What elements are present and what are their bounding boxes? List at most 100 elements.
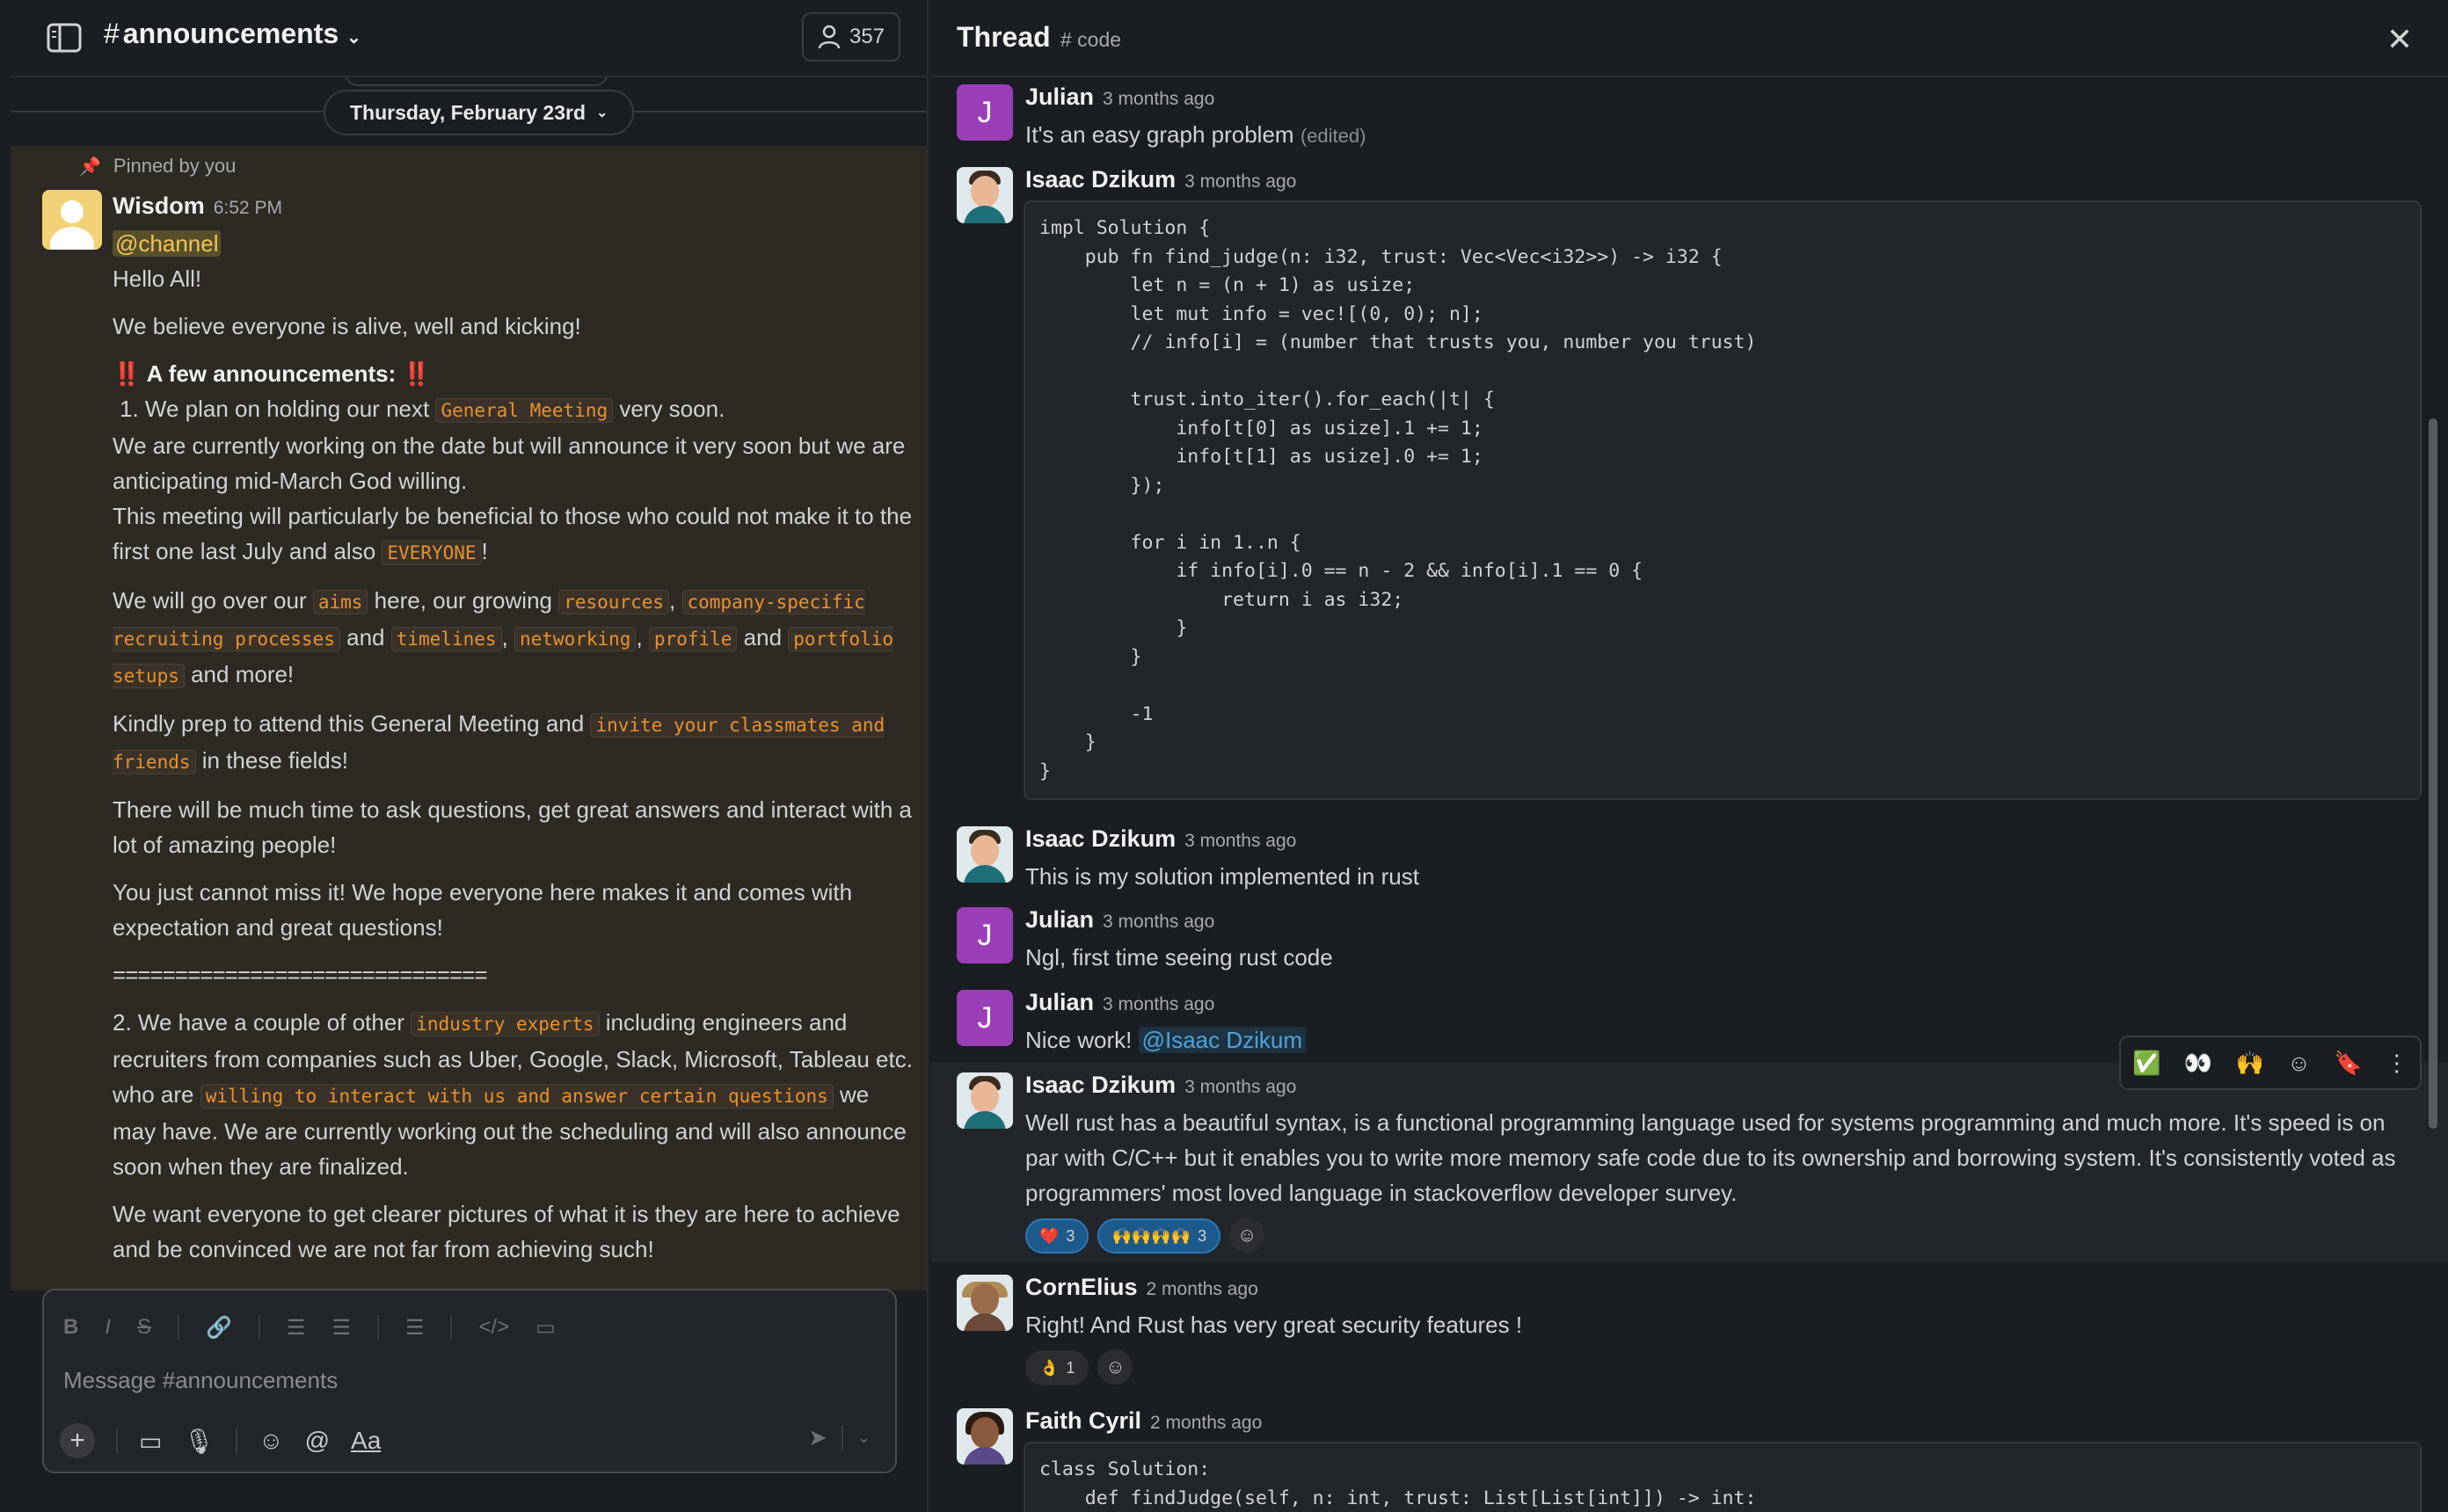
timestamp[interactable]: 3 months ago <box>1103 994 1214 1014</box>
chevron-down-icon[interactable]: ⌄ <box>857 1428 871 1447</box>
channel-mention[interactable]: @channel <box>113 230 222 257</box>
channel-name: announcements <box>122 18 339 49</box>
timestamp[interactable]: 2 months ago <box>1150 1413 1262 1433</box>
more-actions-icon[interactable]: ⋮ <box>2386 1050 2408 1077</box>
message-text: Ngl, first time seeing rust code <box>1025 944 1333 970</box>
timestamp[interactable]: 3 months ago <box>1184 171 1296 192</box>
plus-icon: + <box>69 1426 85 1455</box>
toolbar-divider <box>841 1425 843 1450</box>
author-name[interactable]: Julian <box>1025 84 1094 110</box>
channel-title[interactable]: # announcements ⌄ <box>104 18 361 50</box>
timestamp[interactable]: 3 months ago <box>1184 1077 1296 1097</box>
add-reaction-button[interactable]: ☺ <box>1097 1349 1133 1385</box>
author-name[interactable]: Isaac Dzikum <box>1025 166 1176 193</box>
ok-hand-icon: 👌 <box>1039 1359 1060 1377</box>
code-icon[interactable]: </> <box>478 1315 509 1340</box>
add-reaction-icon[interactable]: ☺ <box>2287 1050 2311 1077</box>
avatar[interactable] <box>957 826 1013 883</box>
message: Wisdom 6:52 PM @channel Hello All! We bel… <box>113 188 913 1290</box>
timestamp[interactable]: 6:52 PM <box>214 198 282 218</box>
edited-label: (edited) <box>1300 125 1366 147</box>
add-attachment-button[interactable]: + <box>60 1423 95 1458</box>
blockquote-icon[interactable]: ☰ <box>405 1315 425 1341</box>
strikethrough-icon[interactable]: S <box>137 1315 151 1340</box>
italic-icon[interactable]: I <box>105 1315 111 1340</box>
message-text: very soon. <box>619 396 725 422</box>
message-list[interactable]: Thursday, February 23rd ⌄ 📌 Pinned by yo… <box>11 77 927 1290</box>
author-name[interactable]: Isaac Dzikum <box>1025 1072 1176 1098</box>
message-text: 2. We have a couple of other <box>113 1009 404 1036</box>
raised-hands-icon: 🙌🙌🙌🙌 <box>1111 1227 1191 1245</box>
bulleted-list-icon[interactable]: ☰ <box>332 1315 351 1341</box>
timestamp[interactable]: 2 months ago <box>1147 1279 1258 1299</box>
toolbar-divider <box>236 1428 238 1454</box>
member-count: 357 <box>849 25 885 48</box>
checkmark-icon[interactable]: ✅ <box>2132 1050 2160 1077</box>
sidebar-toggle-icon <box>47 23 82 53</box>
message-text: Kindly prep to attend this General Meeti… <box>113 710 585 737</box>
author-name[interactable]: Isaac Dzikum <box>1025 825 1176 852</box>
close-icon: ✕ <box>2386 21 2413 57</box>
formatting-toolbar: B I S 🔗 ☰ ☰ ☰ </> ▭ <box>63 1310 556 1345</box>
date-divider-button[interactable]: Thursday, February 23rd ⌄ <box>324 90 635 135</box>
thread-scrollbar[interactable] <box>2429 418 2437 1129</box>
author-name[interactable]: CornElius <box>1025 1274 1138 1300</box>
close-thread-button[interactable]: ✕ <box>2386 21 2413 58</box>
avatar[interactable]: J <box>957 990 1013 1046</box>
reaction-ok-hand[interactable]: 👌 1 <box>1025 1350 1089 1385</box>
eyes-icon[interactable]: 👀 <box>2184 1050 2212 1077</box>
author-name[interactable]: Julian <box>1025 906 1094 933</box>
ordered-list-icon[interactable]: ☰ <box>287 1315 306 1341</box>
reaction-raised-hands[interactable]: 🙌🙌🙌🙌 3 <box>1097 1218 1221 1254</box>
add-reaction-icon: ☺ <box>1236 1224 1257 1246</box>
message-actions-toolbar: ✅ 👀 🙌 ☺ 🔖 ⋮ <box>2119 1036 2422 1090</box>
user-mention[interactable]: @Isaac Dzikum <box>1138 1027 1307 1053</box>
microphone-icon[interactable]: 🎙 <box>183 1427 215 1456</box>
timestamp[interactable]: 3 months ago <box>1103 912 1214 932</box>
thread-header: Thread # code ✕ <box>930 0 2448 77</box>
thread-message: CornElius 2 months ago Right! And Rust ha… <box>957 1274 2416 1385</box>
send-icon[interactable]: ➤ <box>808 1424 827 1451</box>
message-text: , <box>501 624 508 651</box>
members-button[interactable]: 357 <box>802 12 900 62</box>
sidebar-toggle-button[interactable] <box>46 21 83 55</box>
message-text: This meeting will particularly be benefi… <box>113 503 913 564</box>
bold-icon[interactable]: B <box>63 1315 78 1340</box>
reaction-heart[interactable]: ❤️ 3 <box>1025 1218 1089 1254</box>
message-text: Right! And Rust has very great security … <box>1025 1312 1523 1338</box>
bookmark-icon[interactable]: 🔖 <box>2334 1050 2362 1077</box>
raised-hands-icon[interactable]: 🙌 <box>2236 1050 2264 1077</box>
pinned-indicator: 📌 Pinned by you <box>79 155 236 178</box>
timestamp[interactable]: 3 months ago <box>1184 831 1296 851</box>
avatar[interactable]: J <box>957 907 1013 963</box>
mention-icon[interactable]: @ <box>305 1427 330 1455</box>
emoji-icon[interactable]: ☺ <box>259 1427 284 1455</box>
author-name[interactable]: Faith Cyril <box>1025 1407 1141 1434</box>
heart-icon: ❤️ <box>1039 1227 1060 1245</box>
avatar[interactable] <box>957 167 1013 223</box>
channel-hash: # <box>104 18 120 49</box>
avatar[interactable] <box>957 1072 1013 1129</box>
link-icon[interactable]: 🔗 <box>206 1315 232 1341</box>
avatar[interactable] <box>957 1408 1013 1465</box>
inline-code: aims <box>312 590 368 614</box>
code-block-icon[interactable]: ▭ <box>536 1315 556 1341</box>
thread-channel-link[interactable]: # code <box>1060 28 1121 52</box>
avatar[interactable]: J <box>957 84 1013 141</box>
inline-code: networking <box>514 627 637 651</box>
formatting-toggle-button[interactable]: Aa <box>351 1427 381 1455</box>
message-text: 1. We plan on holding our next <box>120 396 430 422</box>
toolbar-divider <box>258 1315 260 1340</box>
thread-pane: Thread # code ✕ J Julian 3 months ago It'… <box>930 0 2448 1512</box>
message-text: Hello All! <box>113 265 202 292</box>
code-block: class Solution: def findJudge(self, n: i… <box>1024 1442 2422 1512</box>
add-reaction-button[interactable]: ☺ <box>1229 1218 1265 1253</box>
timestamp[interactable]: 3 months ago <box>1103 89 1214 109</box>
message-input[interactable] <box>63 1361 872 1399</box>
avatar[interactable] <box>957 1275 1013 1331</box>
author-name[interactable]: Wisdom <box>113 193 205 219</box>
author-name[interactable]: Julian <box>1025 989 1094 1015</box>
avatar[interactable] <box>42 190 102 250</box>
inline-code: resources <box>558 590 670 614</box>
video-icon[interactable]: ▭ <box>139 1427 162 1456</box>
